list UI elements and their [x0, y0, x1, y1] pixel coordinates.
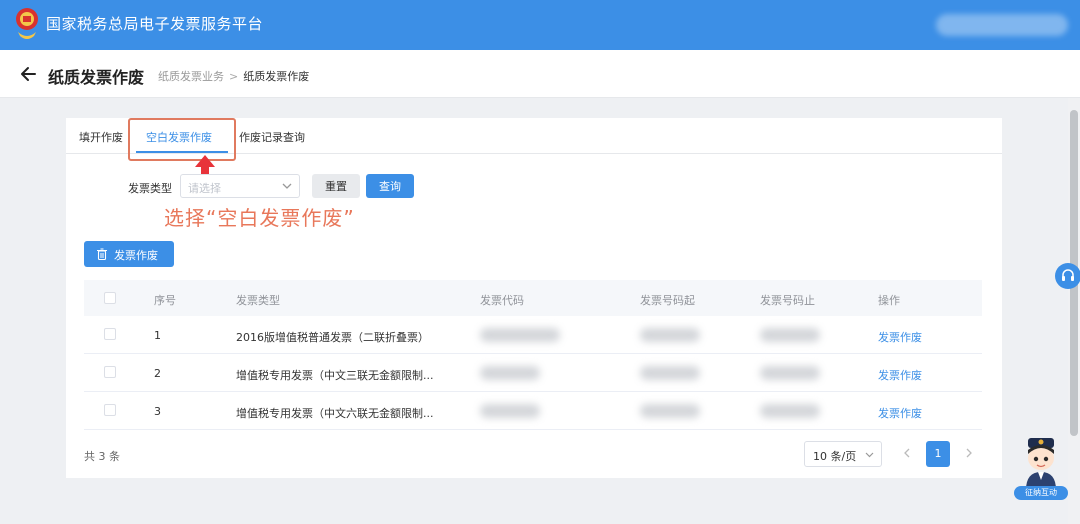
chevron-down-icon [282, 183, 292, 189]
row-number-end-redacted [760, 404, 820, 418]
back-arrow-icon[interactable] [20, 64, 38, 84]
row-number-end-redacted [760, 366, 820, 380]
row-index: 2 [154, 367, 161, 380]
trash-icon [97, 248, 107, 260]
column-header-code: 发票代码 [480, 294, 524, 307]
breadcrumb-item-current: 纸质发票作废 [243, 70, 310, 83]
invoice-type-placeholder: 请选择 [188, 182, 221, 195]
assistant-mascot-icon[interactable] [1016, 432, 1066, 492]
column-header-number-end: 发票号码止 [760, 294, 815, 307]
breadcrumb-separator-icon: > [229, 70, 239, 83]
tab-fill-void[interactable]: 填开作废 [79, 129, 123, 145]
invoice-table: 序号 发票类型 发票代码 发票号码起 发票号码止 操作 1 2016版增值税普通… [84, 280, 982, 430]
row-index: 3 [154, 405, 161, 418]
customer-service-button[interactable] [1055, 263, 1080, 289]
row-invoice-type: 增值税专用发票（中文三联无金额限制... [236, 369, 434, 382]
page-header: 纸质发票作废 纸质发票业务 > 纸质发票作废 [0, 50, 1080, 98]
row-void-link[interactable]: 发票作废 [878, 405, 922, 421]
row-invoice-code-redacted [480, 328, 560, 342]
column-header-type: 发票类型 [236, 294, 280, 307]
app-title: 国家税务总局电子发票服务平台 [46, 15, 264, 33]
assistant-label[interactable]: 征纳互动 [1014, 486, 1068, 500]
table-row: 2 增值税专用发票（中文三联无金额限制... 发票作废 [84, 354, 982, 392]
row-void-link[interactable]: 发票作废 [878, 367, 922, 383]
chevron-down-icon [865, 452, 874, 458]
row-checkbox[interactable] [104, 366, 116, 378]
previous-page-icon[interactable] [902, 446, 912, 460]
tax-emblem-icon [16, 8, 38, 39]
page-size-select[interactable]: 10 条/页 [804, 441, 882, 467]
page-size-value: 10 条/页 [813, 450, 857, 463]
column-header-index: 序号 [154, 294, 176, 307]
page-title: 纸质发票作废 [48, 68, 145, 87]
column-header-number-start: 发票号码起 [640, 294, 695, 307]
page-number-current[interactable]: 1 [926, 441, 950, 467]
next-page-icon[interactable] [964, 446, 974, 460]
table-row: 3 增值税专用发票（中文六联无金额限制... 发票作废 [84, 392, 982, 430]
select-all-checkbox[interactable] [104, 292, 116, 304]
headset-icon [1062, 269, 1074, 281]
row-invoice-type: 2016版增值税普通发票（二联折叠票） [236, 331, 429, 344]
row-number-start-redacted [640, 328, 700, 342]
reset-button[interactable]: 重置 [312, 174, 360, 198]
row-index: 1 [154, 329, 161, 342]
table-header: 序号 发票类型 发票代码 发票号码起 发票号码止 操作 [84, 280, 982, 316]
total-count: 共 3 条 [84, 450, 120, 463]
user-info[interactable] [936, 14, 1068, 36]
row-number-start-redacted [640, 366, 700, 380]
row-invoice-code-redacted [480, 366, 540, 380]
query-button[interactable]: 查询 [366, 174, 414, 198]
column-header-action: 操作 [878, 294, 900, 307]
table-row: 1 2016版增值税普通发票（二联折叠票） 发票作废 [84, 316, 982, 354]
invoice-type-label: 发票类型 [128, 182, 172, 195]
breadcrumb-item-business[interactable]: 纸质发票业务 [158, 70, 224, 83]
row-invoice-type: 增值税专用发票（中文六联无金额限制... [236, 407, 434, 420]
breadcrumb: 纸质发票业务 > 纸质发票作废 [158, 68, 309, 84]
row-invoice-code-redacted [480, 404, 540, 418]
row-checkbox[interactable] [104, 328, 116, 340]
void-invoice-button[interactable]: 发票作废 [84, 241, 174, 267]
row-number-end-redacted [760, 328, 820, 342]
top-bar: 国家税务总局电子发票服务平台 [0, 0, 1080, 50]
main-card: 填开作废 空白发票作废 作废记录查询 发票类型 请选择 重置 查询 选择“空白发… [66, 118, 1002, 478]
row-void-link[interactable]: 发票作废 [878, 329, 922, 345]
annotation-highlight-box [128, 118, 236, 161]
void-invoice-label: 发票作废 [114, 249, 158, 262]
invoice-type-select[interactable]: 请选择 [180, 174, 300, 198]
tab-void-records[interactable]: 作废记录查询 [239, 129, 305, 145]
row-number-start-redacted [640, 404, 700, 418]
row-checkbox[interactable] [104, 404, 116, 416]
annotation-text: 选择“空白发票作废” [164, 206, 355, 230]
